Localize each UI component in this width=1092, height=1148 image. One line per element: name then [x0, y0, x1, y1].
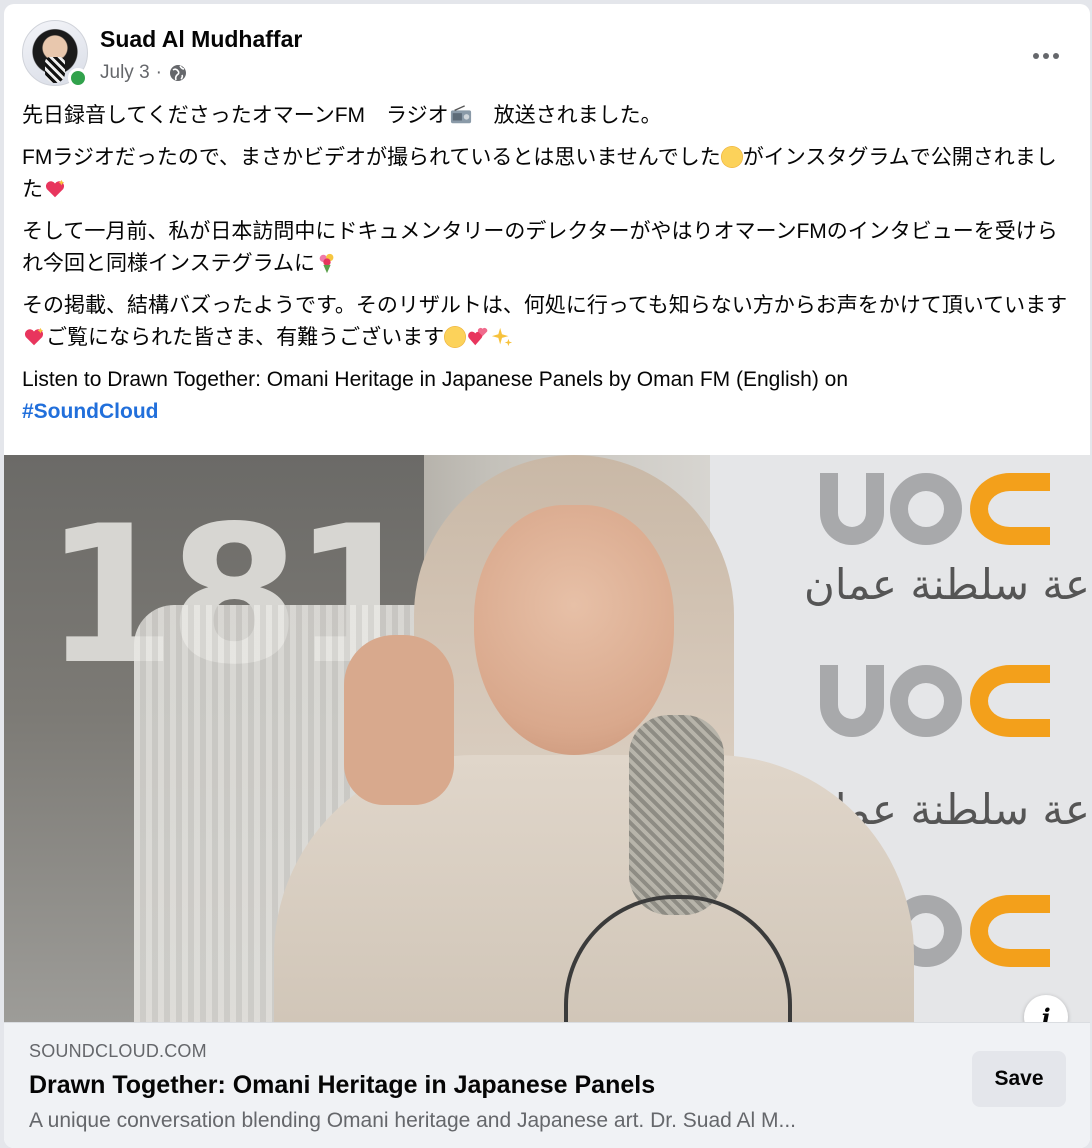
radio-emoji: [449, 104, 473, 126]
text: ご覧になられた皆さま、有難うございます: [46, 326, 445, 349]
link-domain: SOUNDCLOUD.COM: [29, 1041, 207, 1061]
text: そして一月前、私が日本訪問中にドキュメンタリーのデレクターがやはりオマーンFMの…: [22, 220, 1058, 275]
more-options-icon[interactable]: [1026, 36, 1066, 76]
dot: [1053, 53, 1059, 59]
video-thumbnail[interactable]: 181 عة سلطنة عمان عة سلطنة عمان i: [4, 455, 1090, 1022]
bouquet-emoji: [315, 252, 339, 274]
post-meta: July 3 ·: [100, 62, 188, 84]
text: 先日録音してくださったオマーンFM ラジオ: [22, 104, 449, 127]
save-button[interactable]: Save: [972, 1051, 1066, 1107]
online-status-icon: [68, 68, 88, 88]
link-title[interactable]: Drawn Together: Omani Heritage in Japane…: [29, 1071, 655, 1100]
laugh-emoji: [444, 326, 467, 348]
hearts-emoji: [466, 326, 490, 348]
globe-icon: [169, 65, 186, 81]
person-hand: [344, 635, 454, 805]
dot: [1043, 53, 1049, 59]
sparkling-heart-emoji: [22, 326, 46, 348]
paragraph-3: そして一月前、私が日本訪問中にドキュメンタリーのデレクターがやはりオマーンFMの…: [22, 216, 1072, 280]
meta-separator: ·: [155, 62, 162, 83]
logo-arabic-text: عة سلطنة عمان: [803, 560, 1090, 609]
sparkling-heart-emoji: [43, 178, 67, 200]
paragraph-2: FMラジオだったので、まさかビデオが撮られているとは思いませんでした がインスタグ…: [22, 142, 1072, 206]
oman-logo: [820, 655, 1050, 745]
post-card: Suad Al Mudhaffar July 3 · 先日録音してくださったオマ…: [4, 4, 1090, 1148]
post-text: 先日録音してくださったオマーンFM ラジオ 放送されました。 FMラジオだったの…: [22, 100, 1072, 438]
text: その掲載、結構バズったようです。そのリザルトは、何処に行っても知らない方からお声…: [22, 294, 1068, 317]
post-header: Suad Al Mudhaffar July 3 ·: [22, 20, 1074, 92]
link-preview[interactable]: SOUNDCLOUD.COM Drawn Together: Omani Her…: [4, 1022, 1090, 1148]
link-description: A unique conversation blending Omani her…: [29, 1109, 796, 1132]
author-name[interactable]: Suad Al Mudhaffar: [100, 26, 302, 53]
person-face: [474, 505, 674, 755]
paragraph-5: Listen to Drawn Together: Omani Heritage…: [22, 364, 1072, 428]
paragraph-4: その掲載、結構バズったようです。そのリザルトは、何処に行っても知らない方からお声…: [22, 290, 1072, 354]
oman-logo: [820, 463, 1050, 553]
sparkles-emoji: [490, 326, 514, 348]
text: Listen to Drawn Together: Omani Heritage…: [22, 368, 849, 391]
text: FMラジオだったので、まさかビデオが撮られているとは思いませんでした: [22, 146, 721, 169]
post-date[interactable]: July 3: [100, 62, 150, 84]
microphone: [629, 715, 724, 915]
smile-emoji: [720, 146, 743, 168]
hashtag-link[interactable]: #SoundCloud: [22, 400, 158, 423]
text: 放送されました。: [472, 104, 662, 127]
dot: [1033, 53, 1039, 59]
paragraph-1: 先日録音してくださったオマーンFM ラジオ 放送されました。: [22, 100, 1072, 132]
